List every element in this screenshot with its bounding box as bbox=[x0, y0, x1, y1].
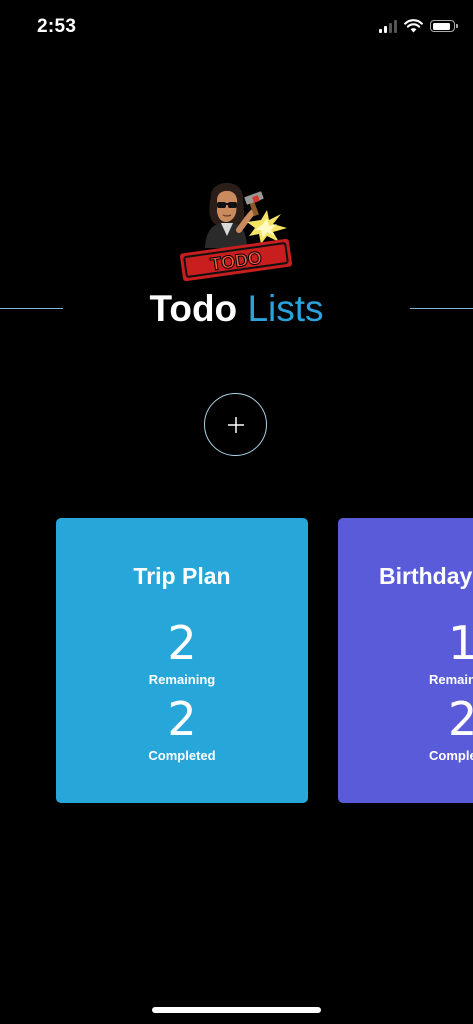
plus-icon bbox=[227, 416, 244, 433]
home-indicator[interactable] bbox=[152, 1007, 321, 1013]
list-card[interactable]: Trip Plan 2 Remaining 2 Completed bbox=[56, 518, 308, 803]
remaining-label: Remaining bbox=[429, 672, 473, 687]
app-logo: TODO bbox=[179, 182, 293, 282]
lists-carousel[interactable]: Trip Plan 2 Remaining 2 Completed Birthd… bbox=[0, 518, 473, 803]
cellular-signal-icon bbox=[379, 19, 397, 33]
status-bar: 2:53 bbox=[0, 0, 473, 58]
list-card[interactable]: Birthday 1 Remaining 2 Completed bbox=[338, 518, 473, 803]
battery-level bbox=[432, 22, 450, 30]
title-row: Todo Lists bbox=[0, 285, 473, 333]
page-title: Todo Lists bbox=[0, 287, 473, 331]
completed-count: 2 bbox=[448, 692, 473, 746]
wifi-icon bbox=[404, 19, 423, 33]
page-title-light: Lists bbox=[247, 288, 324, 329]
page-title-bold: Todo bbox=[149, 288, 238, 329]
list-card-title: Trip Plan bbox=[133, 563, 231, 589]
remaining-count: 2 bbox=[167, 616, 197, 670]
completed-label: Completed bbox=[148, 748, 216, 763]
list-card-title: Birthday bbox=[379, 563, 473, 589]
add-list-button[interactable] bbox=[204, 393, 267, 456]
completed-count: 2 bbox=[167, 692, 197, 746]
status-icons bbox=[379, 19, 458, 33]
status-time: 2:53 bbox=[37, 16, 77, 37]
remaining-label: Remaining bbox=[148, 672, 216, 687]
remaining-count: 1 bbox=[448, 616, 473, 670]
battery-icon bbox=[430, 20, 458, 32]
completed-label: Completed bbox=[429, 748, 473, 763]
